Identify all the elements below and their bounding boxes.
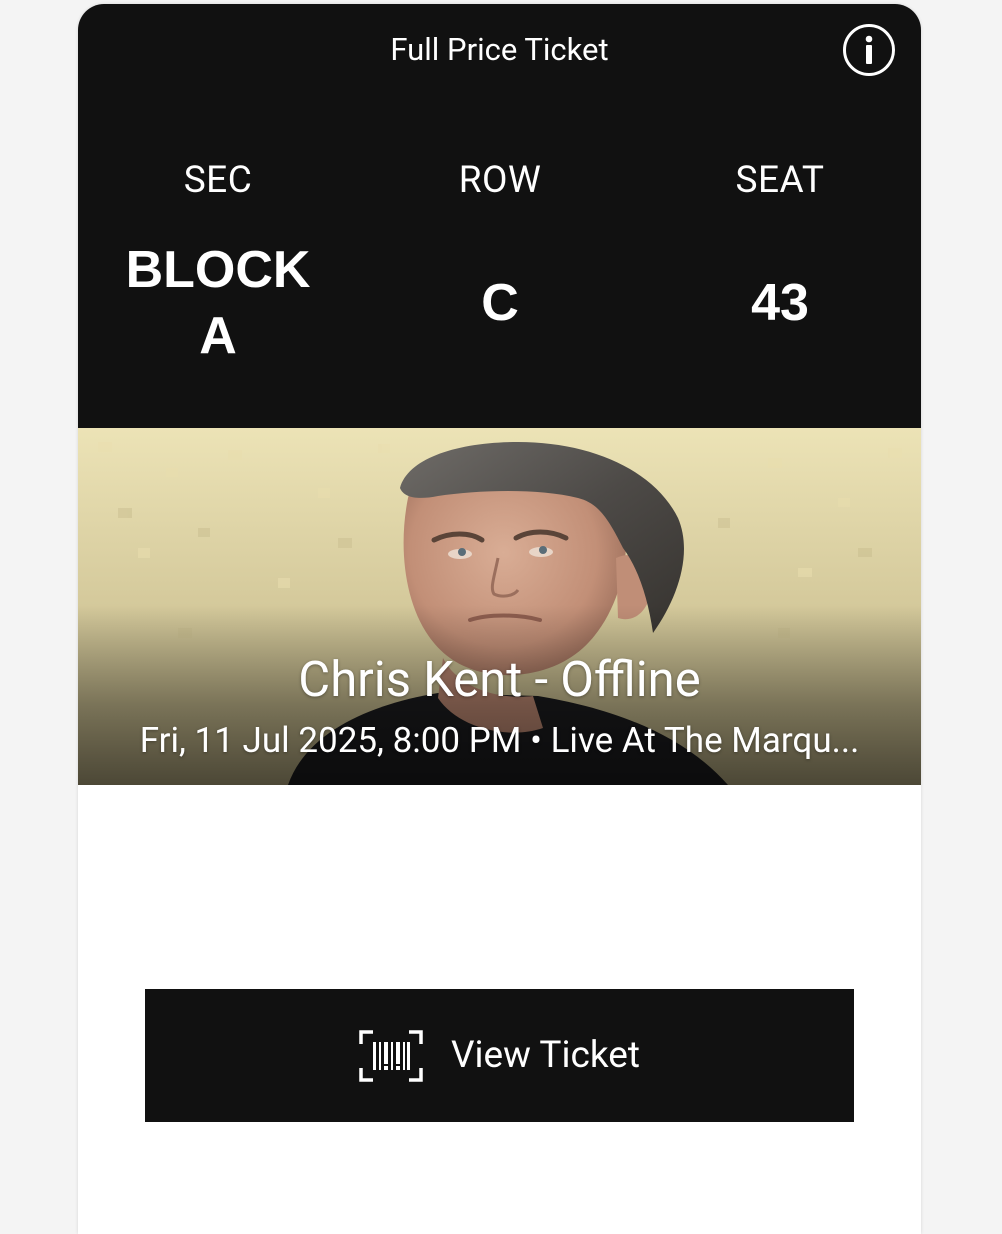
seat-label: SEAT	[735, 159, 825, 202]
ticket-header: Full Price Ticket SEC BLOCK A ROW C SEAT…	[78, 4, 921, 428]
seat-value: 43	[751, 274, 809, 332]
ticket-card: Full Price Ticket SEC BLOCK A ROW C SEAT…	[78, 4, 921, 1234]
info-button[interactable]	[843, 24, 895, 76]
section-value: BLOCK A	[125, 241, 311, 365]
section-column: SEC BLOCK A	[98, 156, 338, 365]
event-title: Chris Kent - Offline	[298, 651, 701, 708]
row-value: C	[481, 274, 519, 332]
event-date-venue: Fri, 11 Jul 2025, 8:00 PM • Live At The …	[139, 720, 860, 761]
row-label: ROW	[458, 159, 542, 202]
view-ticket-label: View Ticket	[451, 1033, 640, 1077]
ticket-type-label: Full Price Ticket	[390, 31, 609, 68]
section-label: SEC	[183, 159, 253, 202]
row-column: ROW C	[380, 156, 620, 332]
seat-column: SEAT 43	[660, 156, 900, 332]
info-icon	[865, 35, 873, 64]
view-ticket-button[interactable]: View Ticket	[145, 989, 854, 1122]
barcode-scan-icon	[359, 1029, 423, 1082]
event-banner: Chris Kent - Offline Fri, 11 Jul 2025, 8…	[78, 428, 921, 785]
